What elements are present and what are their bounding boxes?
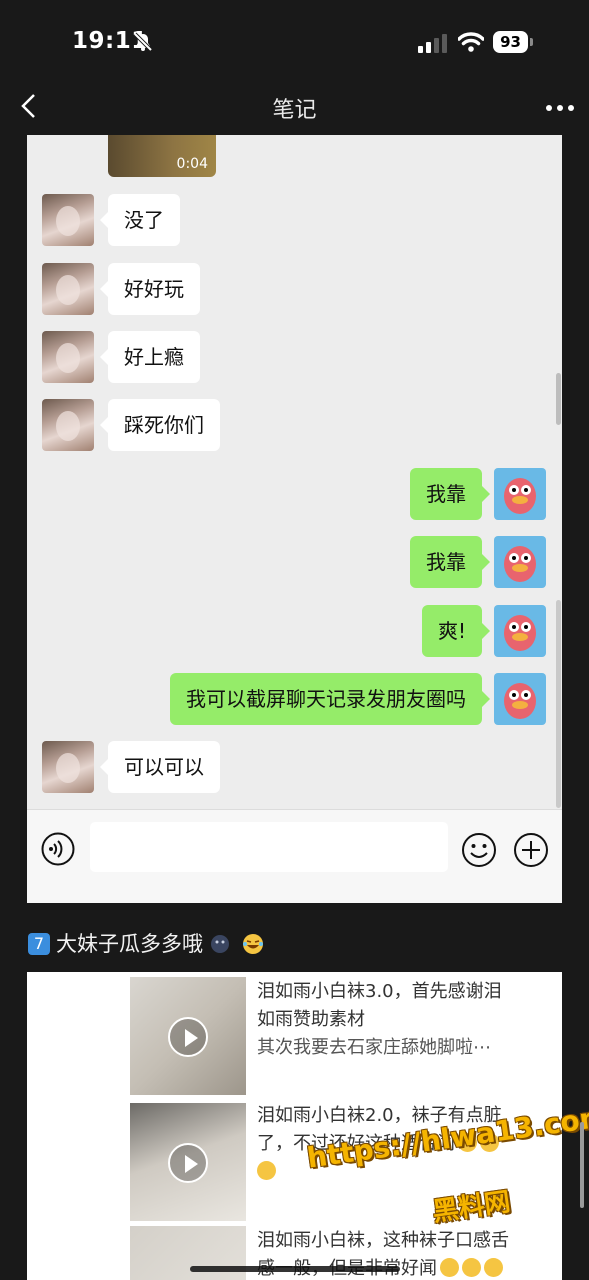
message-input[interactable]	[90, 822, 448, 872]
play-icon[interactable]	[168, 1017, 208, 1057]
cellular-signal-icon	[418, 34, 447, 53]
avatar	[494, 468, 546, 520]
avatar	[42, 331, 94, 383]
video-thumbnail[interactable]: 0:04	[108, 135, 216, 177]
avatar	[494, 605, 546, 657]
video-thumbnail[interactable]	[130, 977, 246, 1095]
message-bubble: 好上瘾	[100, 331, 200, 383]
play-icon[interactable]	[168, 1143, 208, 1183]
message-bubble: 我可以截屏聊天记录发朋友圈吗	[170, 673, 490, 725]
nav-bar: 笔记	[0, 84, 589, 130]
emoji-icon[interactable]	[461, 832, 497, 868]
feed-line: 泪如雨小白袜3.0，首先感谢泪	[257, 981, 502, 1002]
more-options-icon[interactable]	[545, 104, 575, 112]
bird-avatar-icon	[504, 478, 536, 514]
battery-indicator: 93	[493, 31, 533, 53]
feed-item-text[interactable]: 泪如雨小白袜，这种袜子口感舌 感一般，但是非常好闻	[257, 1227, 549, 1280]
section-heading: 7 大妹子瓜多多哦	[28, 928, 264, 958]
bird-avatar-icon	[504, 615, 536, 651]
video-thumbnail[interactable]	[130, 1103, 246, 1221]
avatar	[42, 399, 94, 451]
message-bubble: 爽!	[421, 605, 491, 657]
home-indicator[interactable]	[190, 1266, 400, 1272]
video-duration: 0:04	[176, 156, 208, 172]
avatar	[494, 673, 546, 725]
avatar	[42, 263, 94, 315]
worried-emoji-icon	[440, 1258, 459, 1277]
battery-level: 93	[493, 31, 528, 53]
section-number-badge: 7	[28, 933, 50, 955]
avatar	[42, 741, 94, 793]
message-bubble: 可以可以	[100, 741, 220, 793]
message-bubble: 好好玩	[100, 263, 200, 315]
feed-line: 泪如雨小白袜，这种袜子口感舌	[257, 1230, 509, 1251]
message-bubble: 我靠	[410, 468, 490, 520]
status-bar: 19:11 93	[0, 0, 589, 84]
plus-icon[interactable]	[513, 832, 549, 868]
dark-face-emoji-icon	[210, 935, 229, 953]
bird-avatar-icon	[504, 683, 536, 719]
page-title: 笔记	[272, 98, 317, 123]
bird-avatar-icon	[504, 546, 536, 582]
avatar	[494, 536, 546, 588]
feed-line: 如雨赞助素材	[257, 1009, 365, 1030]
message-bubble: 踩死你们	[100, 399, 220, 451]
scrollbar[interactable]	[556, 373, 561, 425]
feed-line: 其次我要去石家庄舔她脚啦⋯	[257, 1037, 491, 1058]
worried-emoji-icon	[484, 1258, 503, 1277]
message-bubble: 没了	[100, 194, 180, 246]
chat-input-bar	[27, 809, 562, 903]
laughing-emoji-icon	[243, 934, 264, 954]
scrollbar[interactable]	[556, 600, 561, 808]
section-title: 大妹子瓜多多哦	[56, 932, 203, 956]
wifi-icon	[458, 32, 484, 52]
page-scrollbar[interactable]	[580, 1122, 584, 1208]
avatar	[42, 194, 94, 246]
feed-item-text[interactable]: 泪如雨小白袜3.0，首先感谢泪 如雨赞助素材 其次我要去石家庄舔她脚啦⋯	[257, 978, 549, 1062]
voice-icon[interactable]	[41, 832, 75, 866]
smile-emoji-icon	[257, 1161, 276, 1180]
message-bubble: 我靠	[410, 536, 490, 588]
bell-slash-icon	[133, 32, 153, 52]
worried-emoji-icon	[462, 1258, 481, 1277]
chat-screenshot: 0:04 没了 好好玩 好上瘾 踩死你们 我靠 我靠 爽! 我可以截屏聊天记录发…	[27, 135, 562, 903]
